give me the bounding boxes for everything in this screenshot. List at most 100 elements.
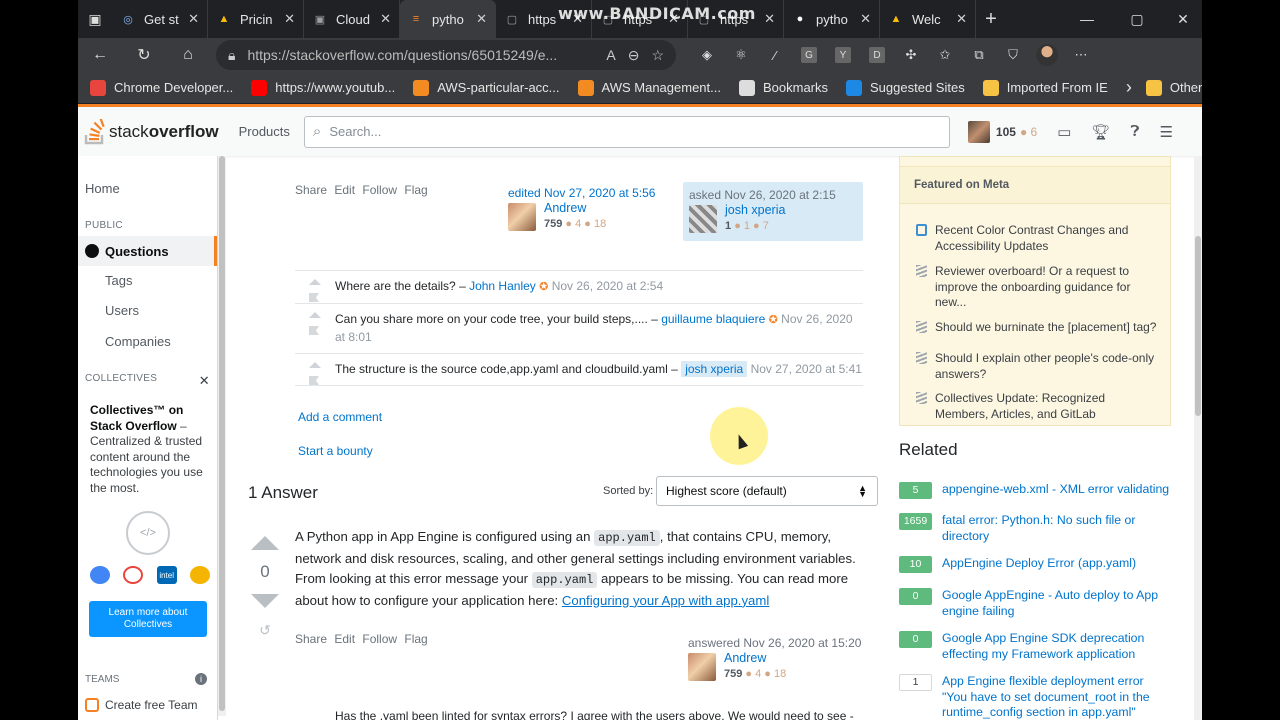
favorite-star-icon[interactable]: ☆: [651, 47, 664, 64]
refresh-icon[interactable]: ↻: [122, 38, 166, 72]
comment-upvote-icon[interactable]: [309, 362, 321, 368]
products-menu[interactable]: Products: [239, 124, 290, 139]
site-switcher-icon[interactable]: ☰: [1159, 123, 1172, 141]
tab-close-icon[interactable]: ✕: [764, 11, 775, 27]
create-team-link[interactable]: Create free Team: [85, 698, 198, 712]
asker-name[interactable]: josh xperia: [725, 203, 785, 217]
inbox-icon[interactable]: ▭: [1057, 123, 1071, 141]
close-icon[interactable]: ✕: [199, 373, 210, 389]
docs-link[interactable]: Configuring your App with app.yaml: [562, 593, 769, 608]
comment-date[interactable]: Nov 27, 2020 at 5:41: [751, 362, 862, 376]
related-question[interactable]: 5 appengine-web.xml - XML error validatin…: [899, 482, 1171, 499]
address-input[interactable]: 🔒︎ https://stackoverflow.com/questions/6…: [216, 40, 676, 70]
related-question[interactable]: 10 AppEngine Deploy Error (app.yaml): [899, 556, 1171, 573]
bookmark-item[interactable]: Imported From IE: [982, 79, 1108, 96]
tab-close-icon[interactable]: ✕: [860, 11, 871, 27]
sort-select[interactable]: Highest score (default) ▲ ▼: [656, 476, 878, 506]
upvote-icon[interactable]: [251, 536, 279, 550]
other-favorites[interactable]: Other favorites: [1145, 79, 1202, 96]
zoom-icon[interactable]: ⊖: [628, 47, 640, 64]
maximize-icon[interactable]: ▢: [1114, 0, 1160, 38]
nav-home[interactable]: Home: [85, 181, 120, 196]
comment-flag-icon[interactable]: [309, 326, 319, 335]
page-scrollbar[interactable]: [1194, 156, 1202, 720]
bookmarks-overflow-icon[interactable]: ›: [1126, 77, 1132, 98]
tab-close-icon[interactable]: ✕: [284, 11, 295, 27]
extension-react-icon[interactable]: ⚛: [724, 38, 758, 72]
learn-more-collectives-button[interactable]: Learn more about Collectives: [89, 601, 207, 637]
info-icon[interactable]: i: [195, 673, 207, 685]
asker-avatar[interactable]: [689, 205, 717, 233]
favorites-icon[interactable]: ✩: [928, 38, 962, 72]
read-aloud-icon[interactable]: A: [606, 47, 615, 63]
bookmark-item[interactable]: Suggested Sites: [846, 79, 965, 96]
browser-tab[interactable]: ▣ Cloud ✕: [304, 0, 400, 38]
browser-tab[interactable]: ▲ Welc ✕: [880, 0, 976, 38]
profile-avatar[interactable]: [1036, 44, 1058, 66]
browser-tab[interactable]: ▲ Pricin ✕: [208, 0, 304, 38]
tab-actions-icon[interactable]: ▣: [78, 0, 112, 38]
comment-user[interactable]: guillaume blaquiere: [661, 312, 765, 326]
comment-flag-icon[interactable]: [309, 293, 319, 302]
browser-tab[interactable]: ● pytho ✕: [784, 0, 880, 38]
comment-upvote-icon[interactable]: [309, 312, 321, 318]
back-icon[interactable]: ←: [78, 38, 122, 72]
help-icon[interactable]: ❓︎: [1130, 123, 1139, 140]
related-question[interactable]: 1 App Engine flexible deployment error "Y…: [899, 674, 1171, 720]
user-avatar[interactable]: [967, 120, 990, 143]
bookmark-item[interactable]: https://www.youtub...: [251, 79, 395, 96]
nav-companies[interactable]: Companies: [105, 334, 171, 349]
answer-author-avatar[interactable]: [688, 653, 716, 681]
meta-item[interactable]: Recent Color Contrast Changes and Access…: [916, 223, 1161, 254]
left-scrollbar[interactable]: [218, 156, 226, 716]
search-input[interactable]: ⌕ Search...: [303, 115, 950, 148]
related-question[interactable]: 0 Google App Engine SDK deprecation effec…: [899, 631, 1171, 662]
close-window-icon[interactable]: ✕: [1160, 0, 1202, 38]
start-bounty-link[interactable]: Start a bounty: [298, 444, 373, 458]
meta-item[interactable]: Collectives Update: Recognized Members, …: [916, 391, 1161, 422]
extension-icon[interactable]: ◈: [690, 38, 724, 72]
comment-flag-icon[interactable]: [309, 376, 319, 385]
related-question[interactable]: 0 Google AppEngine - Auto deploy to App e…: [899, 588, 1171, 619]
tab-close-icon[interactable]: ✕: [380, 11, 391, 27]
extension-dash-icon[interactable]: ⁄: [758, 38, 792, 72]
editor-name[interactable]: Andrew: [544, 201, 586, 215]
meta-item[interactable]: Should I explain other people's code-onl…: [916, 351, 1161, 382]
collections-icon[interactable]: ⧉: [962, 38, 996, 72]
downvote-icon[interactable]: [251, 594, 279, 608]
related-question[interactable]: 1659 fatal error: Python.h: No such file …: [899, 513, 1171, 544]
stackoverflow-logo[interactable]: stack overflow: [84, 118, 219, 145]
achievements-trophy-icon[interactable]: 🏆︎: [1091, 123, 1110, 141]
comment-upvote-icon[interactable]: [309, 279, 321, 285]
tab-close-icon[interactable]: ✕: [956, 11, 967, 27]
extension-y-icon[interactable]: Y: [826, 38, 860, 72]
extension-g-icon[interactable]: G: [792, 38, 826, 72]
bookmark-item[interactable]: Bookmarks: [738, 79, 828, 96]
extension-d-icon[interactable]: D: [860, 38, 894, 72]
tab-close-icon[interactable]: ✕: [476, 11, 487, 27]
answer-post-menu[interactable]: Share Edit Follow Flag: [295, 632, 428, 646]
bookmark-item[interactable]: Chrome Developer...: [90, 79, 233, 96]
comment-user[interactable]: John Hanley: [469, 279, 536, 293]
tab-close-icon[interactable]: ✕: [188, 11, 199, 27]
answer-author-name[interactable]: Andrew: [724, 651, 766, 665]
new-tab-button[interactable]: +: [976, 8, 1006, 31]
meta-item[interactable]: Should we burninate the [placement] tag?: [916, 320, 1161, 336]
bookmark-item[interactable]: AWS Management...: [577, 79, 721, 96]
edited-date[interactable]: edited Nov 27, 2020 at 5:56: [508, 186, 655, 200]
add-comment-link[interactable]: Add a comment: [298, 410, 382, 424]
browser-tab[interactable]: ≡ pytho ✕: [400, 0, 496, 38]
history-icon[interactable]: ↺: [250, 622, 280, 639]
minimize-icon[interactable]: —: [1064, 0, 1110, 38]
shield-icon[interactable]: ⛉: [996, 38, 1030, 72]
nav-tags[interactable]: Tags: [105, 273, 132, 288]
editor-avatar[interactable]: [508, 203, 536, 231]
more-menu-icon[interactable]: ⋯: [1064, 38, 1098, 72]
question-post-menu[interactable]: Share Edit Follow Flag: [295, 183, 428, 197]
meta-item[interactable]: Reviewer overboard! Or a request to impr…: [916, 264, 1161, 311]
nav-users[interactable]: Users: [105, 303, 139, 318]
browser-tab[interactable]: ◎ Get st ✕: [112, 0, 208, 38]
home-icon[interactable]: ⌂: [166, 38, 210, 72]
extensions-puzzle-icon[interactable]: ✣: [894, 38, 928, 72]
comment-user[interactable]: josh xperia: [681, 361, 748, 377]
